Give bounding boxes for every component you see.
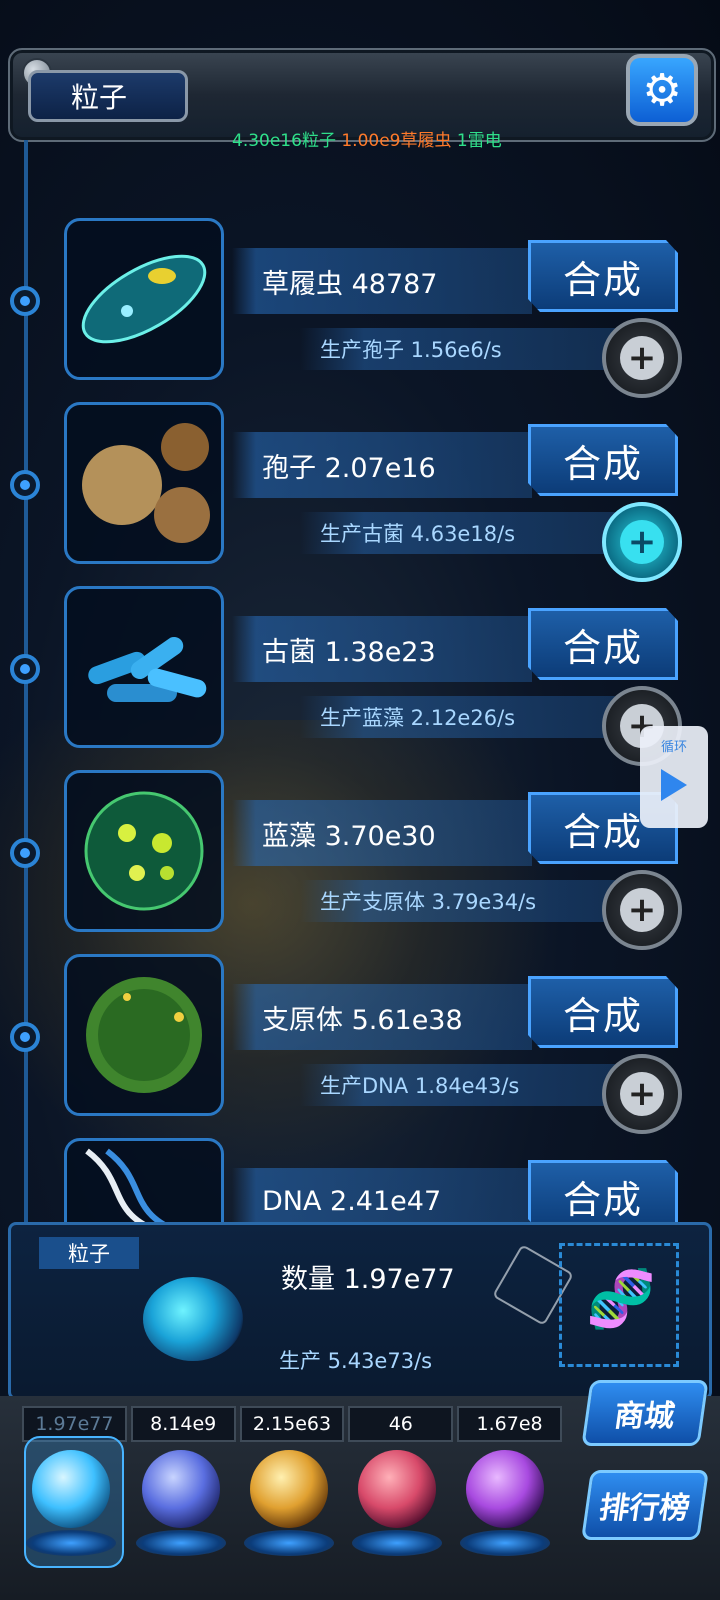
- paramecium-icon[interactable]: [64, 218, 224, 380]
- plus-icon: +: [620, 336, 664, 380]
- leaderboard-button[interactable]: 排行榜: [581, 1470, 709, 1540]
- paramecium-resource: 1.00e9草履虫: [341, 131, 452, 151]
- creature-count: DNA 2.41e47: [232, 1168, 532, 1228]
- dna-helix-icon: 🧬: [586, 1267, 656, 1332]
- creature-row-archaea: 古菌 1.38e23 合成 生产蓝藻 2.12e26/s +: [0, 586, 720, 770]
- dna-icon[interactable]: [64, 1138, 224, 1228]
- spore-icon[interactable]: [64, 402, 224, 564]
- thunder-orb-icon[interactable]: [142, 1450, 220, 1528]
- vortex-orb-icon[interactable]: [466, 1450, 544, 1528]
- tab-value-thunder: 8.14e9: [130, 1406, 236, 1442]
- loop-label: 循环: [660, 740, 687, 755]
- resource-readout: 4.30e16粒子 1.00e9草履虫 1雷电: [232, 126, 502, 151]
- creature-count: 孢子 2.07e16: [232, 432, 532, 498]
- production-rate: 生产古菌 4.63e18/s: [300, 512, 620, 554]
- production-rate: 生产支原体 3.79e34/s: [300, 880, 620, 922]
- orb-tabs: [24, 1436, 564, 1574]
- production-rate: 生产DNA 1.84e43/s: [300, 1064, 620, 1106]
- selected-summary-panel: 粒子 数量 1.97e77 生产 5.43e73/s 🧬: [8, 1222, 712, 1400]
- plus-icon: +: [620, 888, 664, 932]
- creature-count: 古菌 1.38e23: [232, 616, 532, 682]
- orb-pedestal: [460, 1530, 550, 1556]
- creature-row-spore: 孢子 2.07e16 合成 生产古菌 4.63e18/s +: [0, 402, 720, 586]
- creature-count: 蓝藻 3.70e30: [232, 800, 532, 866]
- orb-pedestal: [136, 1530, 226, 1556]
- orb-pedestal: [244, 1530, 334, 1556]
- plus-icon: +: [620, 1072, 664, 1116]
- summary-production: 生产 5.43e73/s: [279, 1349, 433, 1373]
- creature-row-paramecium: 草履虫 48787 合成 生产孢子 1.56e6/s +: [0, 218, 720, 402]
- add-button[interactable]: +: [602, 1054, 682, 1134]
- orb-pedestal: [352, 1530, 442, 1556]
- play-icon: [661, 769, 687, 801]
- creature-count: 草履虫 48787: [232, 248, 532, 314]
- creature-row-dna: DNA 2.41e47 合成: [0, 1138, 720, 1228]
- particle-orb-icon[interactable]: [32, 1450, 110, 1528]
- merge-button[interactable]: 合成: [528, 1160, 678, 1228]
- summary-count: 数量 1.97e77: [281, 1264, 455, 1295]
- page-title-text: 粒子: [71, 81, 128, 114]
- loop-button[interactable]: 循环: [640, 726, 708, 828]
- tab-value-brain: 46: [348, 1406, 454, 1442]
- add-button[interactable]: +: [602, 502, 682, 582]
- summary-tag: 粒子: [39, 1237, 139, 1269]
- merge-button[interactable]: 合成: [528, 976, 678, 1048]
- orb-pedestal: [26, 1530, 116, 1556]
- particles-resource: 4.30e16粒子: [232, 131, 336, 151]
- tab-value-galaxy: 2.15e63: [239, 1406, 345, 1442]
- thunder-resource: 1雷电: [456, 131, 502, 151]
- galaxy-orb-icon[interactable]: [250, 1450, 328, 1528]
- page-title: 粒子: [28, 70, 188, 122]
- settings-button[interactable]: ⚙: [626, 54, 698, 126]
- brain-orb-icon[interactable]: [358, 1450, 436, 1528]
- mycoplasma-icon[interactable]: [64, 954, 224, 1116]
- gear-icon: ⚙: [642, 64, 682, 116]
- shop-button[interactable]: 商城: [581, 1380, 709, 1446]
- plus-icon: +: [620, 520, 664, 564]
- merge-button[interactable]: 合成: [528, 424, 678, 496]
- merge-button[interactable]: 合成: [528, 608, 678, 680]
- add-button[interactable]: +: [602, 318, 682, 398]
- merge-button[interactable]: 合成: [528, 240, 678, 312]
- add-button[interactable]: +: [602, 870, 682, 950]
- production-rate: 生产孢子 1.56e6/s: [300, 328, 620, 370]
- production-rate: 生产蓝藻 2.12e26/s: [300, 696, 620, 738]
- creature-row-mycoplasma: 支原体 5.61e38 合成 生产DNA 1.84e43/s +: [0, 954, 720, 1138]
- tab-value-vortex: 1.67e8: [457, 1406, 562, 1442]
- archaea-icon[interactable]: [64, 586, 224, 748]
- particle-cluster-icon: [143, 1277, 243, 1361]
- creature-count: 支原体 5.61e38: [232, 984, 532, 1050]
- creature-row-cyanobacteria: 蓝藻 3.70e30 合成 生产支原体 3.79e34/s +: [0, 770, 720, 954]
- dna-frame: 🧬: [559, 1243, 679, 1367]
- cyanobacteria-icon[interactable]: [64, 770, 224, 932]
